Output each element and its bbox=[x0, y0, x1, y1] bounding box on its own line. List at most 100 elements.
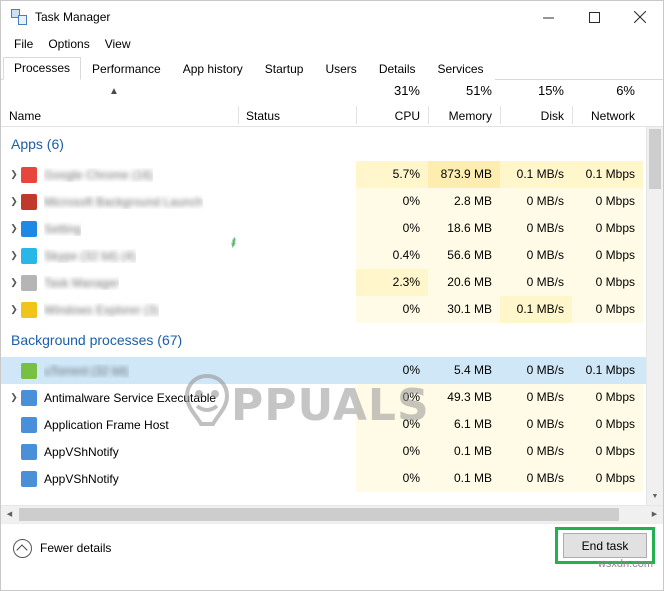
process-name-cell: AppVShNotify bbox=[1, 443, 238, 460]
chevron-right-icon[interactable]: ❯ bbox=[7, 196, 21, 207]
column-header-disk[interactable]: 15% Disk bbox=[500, 80, 572, 126]
process-name-label: Google Chrome (16) bbox=[44, 167, 154, 182]
tab-app-history[interactable]: App history bbox=[171, 58, 254, 80]
process-row[interactable]: AppVShNotify 0% 0.1 MB 0 MB/s 0 Mbps bbox=[1, 465, 647, 492]
process-icon bbox=[21, 443, 37, 460]
process-name-label: uTorrent (32 bit) bbox=[44, 363, 129, 378]
fewer-details-button[interactable]: Fewer details bbox=[13, 538, 111, 558]
menu-item-file[interactable]: File bbox=[8, 35, 42, 53]
process-row[interactable]: ❯ Task Manager 2.3% 20.6 MB 0 MB/s 0 Mbps bbox=[1, 269, 647, 296]
source-watermark: wsxdn.com bbox=[597, 558, 653, 570]
scroll-left-icon[interactable]: ◀ bbox=[1, 506, 18, 523]
network-cell: 0 Mbps bbox=[572, 215, 643, 242]
memory-cell: 49.3 MB bbox=[428, 384, 500, 411]
tab-users[interactable]: Users bbox=[314, 58, 368, 80]
process-name-label: AppVShNotify bbox=[44, 471, 119, 486]
chevron-right-icon[interactable]: ❯ bbox=[7, 169, 21, 180]
column-header-memory[interactable]: 51% Memory bbox=[428, 80, 500, 126]
tab-processes[interactable]: Processes bbox=[3, 57, 82, 80]
process-row[interactable]: ❯ Microsoft Background Launch 0% 2.8 MB 0 MB… bbox=[1, 188, 647, 215]
process-name-cell: ❯ Microsoft Background Launch bbox=[1, 193, 238, 210]
footer-bar: Fewer details End task wsxdn.com bbox=[1, 523, 663, 572]
process-group-header[interactable]: Apps (6) bbox=[1, 127, 647, 161]
column-header-network[interactable]: 6% Network bbox=[572, 80, 643, 126]
disk-cell: 0 MB/s bbox=[500, 465, 572, 492]
process-row[interactable]: Application Frame Host 0% 6.1 MB 0 MB/s 0 Mb… bbox=[1, 411, 647, 438]
scroll-down-icon[interactable]: ▼ bbox=[647, 489, 663, 505]
column-label-disk: Disk bbox=[540, 109, 564, 123]
process-name-cell: uTorrent (32 bit) bbox=[1, 362, 238, 379]
process-row[interactable]: AppVShNotify 0% 0.1 MB 0 MB/s 0 Mbps bbox=[1, 438, 647, 465]
vertical-scroll-thumb[interactable] bbox=[649, 129, 661, 189]
network-cell: 0 Mbps bbox=[572, 465, 643, 492]
disk-cell: 0 MB/s bbox=[500, 438, 572, 465]
horizontal-scroll-thumb[interactable] bbox=[19, 508, 619, 521]
process-name-label: Task Manager bbox=[44, 275, 120, 290]
chevron-right-icon[interactable]: ❯ bbox=[7, 250, 21, 261]
tab-details[interactable]: Details bbox=[367, 58, 427, 80]
minimize-icon[interactable] bbox=[525, 1, 571, 33]
horizontal-scrollbar[interactable]: ◀ ▶ bbox=[1, 505, 663, 523]
process-name-label: Skype (32 bit) (4) bbox=[44, 248, 137, 263]
process-icon bbox=[21, 274, 37, 291]
process-name-label: Antimalware Service Executable bbox=[44, 390, 217, 405]
chevron-right-icon[interactable]: ❯ bbox=[7, 392, 21, 403]
process-icon bbox=[21, 416, 37, 433]
chevron-right-icon[interactable]: ❯ bbox=[7, 223, 21, 234]
cpu-cell: 0% bbox=[356, 188, 428, 215]
memory-usage-percent: 51% bbox=[465, 83, 492, 98]
process-row[interactable]: ❯ Setting ⸙ 0% 18.6 MB 0 MB/s 0 Mbps bbox=[1, 215, 647, 252]
scroll-right-icon[interactable]: ▶ bbox=[646, 506, 663, 523]
process-row[interactable]: ❯ Windows Explorer (3) 0% 30.1 MB 0.1 MB/s 0 … bbox=[1, 296, 647, 323]
process-name-cell: ❯ Task Manager bbox=[1, 274, 238, 291]
column-header-cpu[interactable]: 31% CPU bbox=[356, 80, 428, 126]
column-label-memory: Memory bbox=[448, 109, 492, 123]
group-label: Background processes (67) bbox=[11, 332, 183, 348]
process-name-cell: AppVShNotify bbox=[1, 470, 238, 487]
column-label-status: Status bbox=[246, 109, 281, 123]
cpu-cell: 0% bbox=[356, 296, 428, 323]
process-row[interactable]: ❯ Google Chrome (16) 5.7% 873.9 MB 0.1 MB/s 0… bbox=[1, 161, 647, 188]
process-row[interactable]: ❯ Skype (32 bit) (4) 0.4% 56.6 MB 0 MB/s 0 Mb… bbox=[1, 242, 647, 269]
chevron-right-icon[interactable]: ❯ bbox=[7, 304, 21, 315]
process-name-cell: ❯ Antimalware Service Executable bbox=[1, 389, 238, 406]
tab-services[interactable]: Services bbox=[426, 58, 495, 80]
network-cell: 0.1 Mbps bbox=[572, 161, 643, 188]
maximize-icon[interactable] bbox=[571, 1, 617, 33]
menu-item-options[interactable]: Options bbox=[42, 35, 98, 53]
process-icon bbox=[21, 247, 37, 264]
menu-bar: File Options View bbox=[1, 33, 663, 55]
process-name-label: Windows Explorer (3) bbox=[44, 302, 159, 317]
tab-performance[interactable]: Performance bbox=[81, 58, 172, 80]
network-cell: 0 Mbps bbox=[572, 296, 643, 323]
memory-cell: 0.1 MB bbox=[428, 438, 500, 465]
cpu-cell: 2.3% bbox=[356, 269, 428, 296]
group-row-heat-strip bbox=[356, 323, 644, 357]
network-cell: 0 Mbps bbox=[572, 411, 643, 438]
network-cell: 0 Mbps bbox=[572, 242, 643, 269]
memory-cell: 18.6 MB bbox=[428, 215, 500, 242]
column-label-network: Network bbox=[590, 109, 635, 123]
column-headers: ▲ Name Status 31% CPU 51% Memory 15% Dis… bbox=[1, 80, 663, 127]
cpu-usage-percent: 31% bbox=[393, 83, 420, 98]
task-manager-window: Task Manager File Options View Processes… bbox=[0, 0, 664, 591]
process-icon bbox=[21, 166, 37, 183]
group-row-heat-strip bbox=[356, 127, 644, 161]
menu-item-view[interactable]: View bbox=[99, 35, 140, 53]
process-row[interactable]: ❯ Antimalware Service Executable 0% 49.3 MB… bbox=[1, 384, 647, 411]
end-task-button[interactable]: End task bbox=[563, 533, 647, 558]
chevron-right-icon[interactable]: ❯ bbox=[7, 277, 21, 288]
tab-startup[interactable]: Startup bbox=[253, 58, 315, 80]
process-group-header[interactable]: Background processes (67) bbox=[1, 323, 647, 357]
column-header-status[interactable]: Status bbox=[238, 80, 356, 126]
column-label-cpu: CPU bbox=[394, 109, 420, 123]
close-icon[interactable] bbox=[617, 1, 663, 33]
network-cell: 0 Mbps bbox=[572, 188, 643, 215]
vertical-scrollbar[interactable]: ▲ ▼ bbox=[646, 127, 663, 505]
process-row[interactable]: uTorrent (32 bit) 0% 5.4 MB 0 MB/s 0.1 Mbps bbox=[1, 357, 647, 384]
window-controls bbox=[525, 1, 663, 33]
process-name-cell: Application Frame Host bbox=[1, 416, 238, 433]
process-name-cell: ❯ Setting bbox=[1, 220, 238, 237]
network-cell: 0 Mbps bbox=[572, 438, 643, 465]
column-header-name[interactable]: ▲ Name bbox=[1, 80, 238, 126]
